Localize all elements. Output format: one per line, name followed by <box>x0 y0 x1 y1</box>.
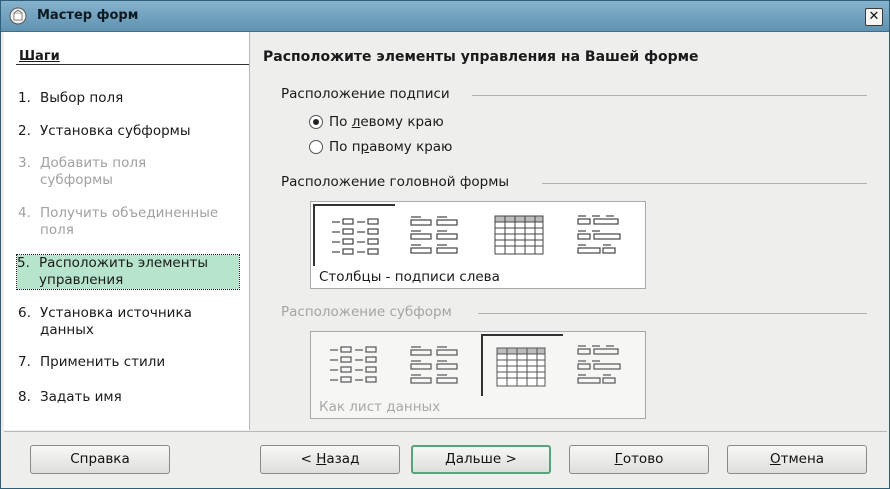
form-wizard-window: Мастер форм ✕ Шаги 1. Выбор поля 2. Уста… <box>0 0 890 489</box>
label-placement-group-title: Расположение подписи <box>281 86 450 102</box>
next-button[interactable]: Дальше > <box>411 445 551 474</box>
steps-divider <box>16 64 249 65</box>
step-7[interactable]: 7. Применить стили <box>18 354 240 371</box>
main-form-layout-group-title: Расположение головной формы <box>281 174 510 190</box>
app-icon <box>9 7 27 25</box>
blocks-top-icon <box>577 345 621 384</box>
finish-button[interactable]: Готово <box>569 445 709 474</box>
step-number: 1. <box>18 90 31 106</box>
subform-option-datasheet[interactable] <box>481 334 563 396</box>
group-divider <box>542 183 867 184</box>
step-5[interactable]: 5. Расположить элементы управления <box>16 254 240 290</box>
step-label: Добавить поля субформы <box>40 155 147 188</box>
blocks-top-icon <box>577 215 621 254</box>
step-number: 2. <box>18 123 31 139</box>
step-4[interactable]: 4. Получить объединенные поля <box>18 205 240 239</box>
radio-indicator[interactable] <box>309 115 323 129</box>
step-number: 6. <box>18 305 31 321</box>
subform-option-blocks-top[interactable] <box>565 334 647 396</box>
radio-indicator[interactable] <box>309 140 323 154</box>
subform-layout-group-title: Расположение субформ <box>281 304 452 320</box>
step-label: Расположить элементы управления <box>39 255 209 288</box>
step-3[interactable]: 3. Добавить поля субформы <box>18 155 240 189</box>
layout-option-blocks-top[interactable] <box>565 204 647 266</box>
step-8[interactable]: 8. Задать имя <box>18 389 240 406</box>
subform-option-columns-top[interactable] <box>397 334 479 396</box>
step-number: 3. <box>18 155 31 171</box>
layout-option-datasheet[interactable] <box>481 204 563 266</box>
help-button[interactable]: Справка <box>30 445 170 474</box>
main-panel: Расположите элементы управления на Вашей… <box>250 32 887 430</box>
columns-top-icon <box>410 346 458 384</box>
datasheet-icon <box>494 215 544 255</box>
main-form-layout-caption: Столбцы - подписи слева <box>319 269 500 285</box>
step-number: 7. <box>18 354 31 370</box>
radio-align-right[interactable]: По правому краю <box>309 139 452 155</box>
close-icon: ✕ <box>868 9 880 24</box>
step-label: Установка источника данных <box>40 305 192 338</box>
main-form-layout-picker: Столбцы - подписи слева <box>310 201 646 289</box>
step-1[interactable]: 1. Выбор поля <box>18 90 240 107</box>
title-bar: Мастер форм ✕ <box>1 1 889 32</box>
window-title: Мастер форм <box>37 8 139 23</box>
steps-sidebar: Шаги 1. Выбор поля 2. Установка субформы… <box>4 32 250 430</box>
steps-title: Шаги <box>19 49 60 64</box>
step-number: 8. <box>18 389 31 405</box>
radio-align-left[interactable]: По левому краю <box>309 114 444 130</box>
step-label: Задать имя <box>40 389 122 405</box>
radio-label: По левому краю <box>329 114 444 130</box>
datasheet-icon <box>496 347 546 387</box>
subform-layout-picker: Как лист данных <box>310 331 646 419</box>
close-button[interactable]: ✕ <box>865 8 883 26</box>
layout-option-columns-top[interactable] <box>397 204 479 266</box>
layout-option-columns-left[interactable] <box>313 204 395 266</box>
step-2[interactable]: 2. Установка субформы <box>18 123 240 140</box>
step-number: 5. <box>17 255 30 271</box>
step-label: Применить стили <box>40 354 166 370</box>
cancel-button[interactable]: Отмена <box>727 445 867 474</box>
step-6[interactable]: 6. Установка источника данных <box>18 305 240 339</box>
subform-option-columns-left[interactable] <box>313 334 395 396</box>
group-divider <box>478 313 867 314</box>
radio-label: По правому краю <box>329 139 453 155</box>
columns-top-icon <box>410 216 458 254</box>
back-button[interactable]: < Назад <box>260 445 400 474</box>
button-bar: Справка < Назад Дальше > Готово Отмена <box>4 431 887 487</box>
step-label: Выбор поля <box>40 90 124 106</box>
columns-left-icon <box>330 346 377 383</box>
columns-left-icon <box>332 218 379 255</box>
page-heading: Расположите элементы управления на Вашей… <box>263 49 699 65</box>
step-number: 4. <box>18 205 31 221</box>
step-label: Установка субформы <box>40 123 191 139</box>
subform-layout-caption: Как лист данных <box>319 399 441 415</box>
group-divider <box>472 95 867 96</box>
step-label: Получить объединенные поля <box>40 205 219 238</box>
